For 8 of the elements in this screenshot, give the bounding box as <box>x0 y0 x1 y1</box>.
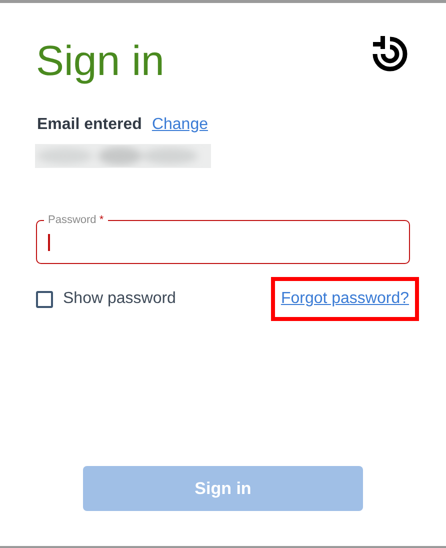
show-password-label: Show password <box>63 289 176 309</box>
text-cursor <box>48 234 50 250</box>
page-title: Sign in <box>36 36 164 86</box>
forgot-password-link[interactable]: Forgot password? <box>280 290 409 307</box>
email-label: Email entered <box>37 115 142 135</box>
show-password-checkbox[interactable] <box>36 290 53 308</box>
change-link[interactable]: Change <box>152 113 208 137</box>
logo-icon <box>372 36 408 72</box>
